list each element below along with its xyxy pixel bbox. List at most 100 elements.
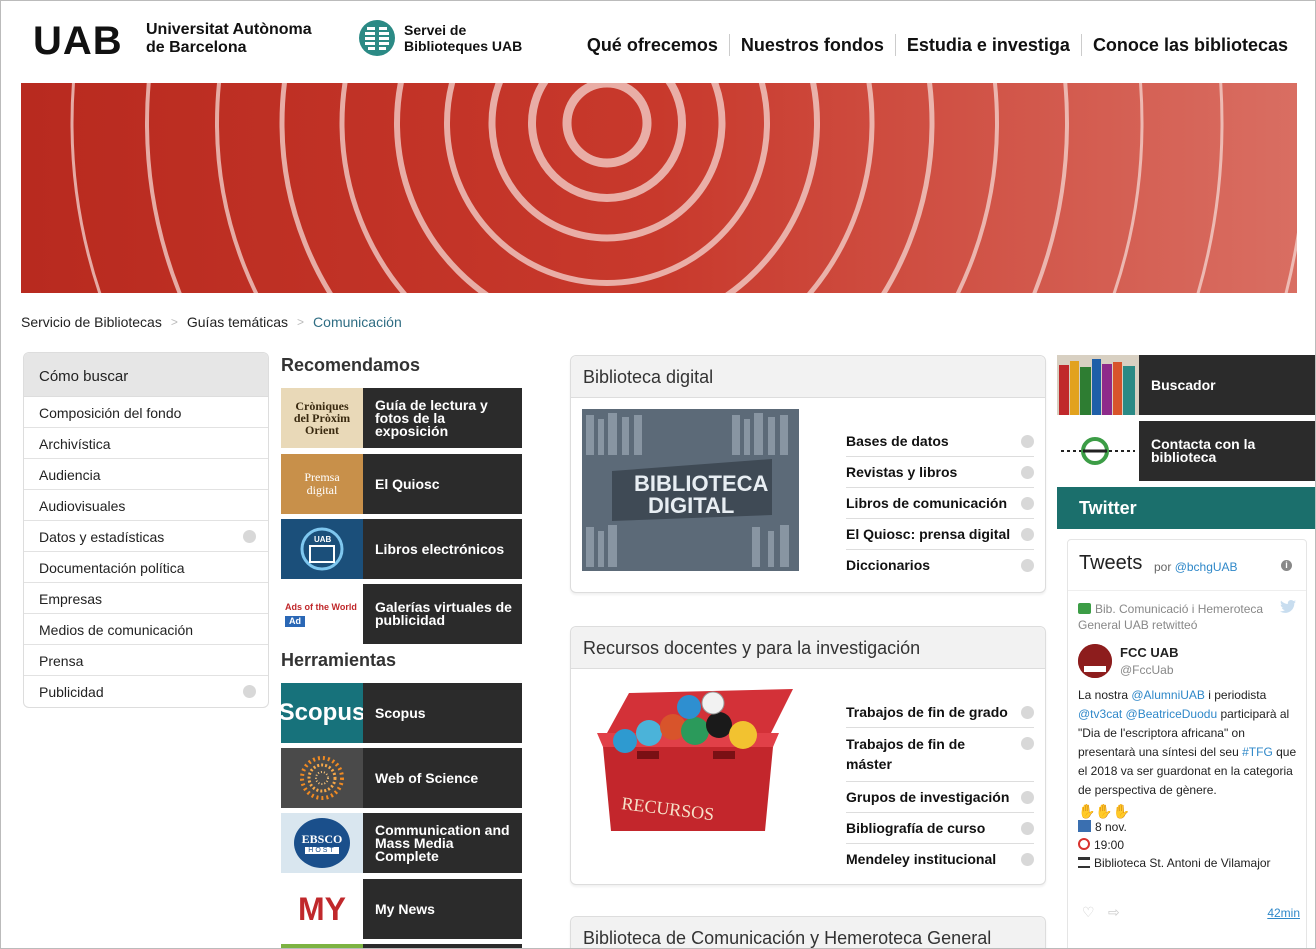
mention-link[interactable]: @AlumniUAB (1131, 688, 1205, 702)
breadcrumb-guias[interactable]: Guías temáticas (187, 314, 288, 330)
tile-communication-mass-media[interactable]: EBSCO HOST Communication and Mass Media … (281, 813, 522, 873)
top-navigation: Qué ofrecemos Nuestros fondos Estudia e … (576, 34, 1299, 56)
panel-biblioteca-comunicacion: Biblioteca de Comunicación y Hemeroteca … (570, 916, 1046, 948)
menu-item-label: Documentación política (39, 560, 185, 576)
link-el-quiosc[interactable]: El Quiosc: prensa digital (846, 519, 1034, 550)
next-tile[interactable] (363, 944, 522, 948)
nav-que-ofrecemos[interactable]: Qué ofrecemos (576, 34, 729, 56)
tile-galerias-publicidad[interactable]: Ads of the World Ad Galerías virtuales d… (281, 584, 522, 644)
menu-item-audiovisuales[interactable]: Audiovisuales (24, 490, 268, 521)
menu-item-prensa[interactable]: Prensa (24, 645, 268, 676)
menu-item-composicion[interactable]: Composición del fondo (24, 397, 268, 428)
wos-thumbnail (281, 748, 363, 808)
tile-label: My News (375, 900, 435, 917)
tile-buscador[interactable]: Buscador (1057, 355, 1315, 415)
ebooks-thumbnail: UAB (281, 519, 363, 579)
nav-nuestros-fondos[interactable]: Nuestros fondos (728, 34, 895, 56)
menu-item-documentacion[interactable]: Documentación política (24, 552, 268, 583)
tile-web-of-science[interactable]: Web of Science (281, 748, 522, 808)
tweet-date-text: 8 nov. (1095, 820, 1127, 834)
mention-link[interactable]: @BeatriceDuodu (1126, 707, 1218, 721)
recomendamos-title: Recomendamos (281, 355, 421, 375)
twitter-timeline[interactable]: Tweets por @bchgUAB i Bib. Comunicació i… (1067, 539, 1307, 948)
tweet-author-name[interactable]: FCC UAB (1120, 645, 1179, 660)
avatar[interactable] (1078, 644, 1112, 678)
retweet-icon (1078, 603, 1091, 614)
timeline-handle-link[interactable]: @bchgUAB (1175, 560, 1238, 574)
breadcrumb: Servicio de Bibliotecas > Guías temática… (21, 314, 402, 330)
menu-item-label: Audiovisuales (39, 498, 126, 514)
link-grupos-investigacion[interactable]: Grupos de investigación (846, 782, 1034, 813)
link-label: Revistas y libros (846, 464, 958, 480)
tweets-title: Tweets (1079, 552, 1143, 574)
uab-name[interactable]: Universitat Autònoma de Barcelona (146, 21, 312, 57)
page-frame: UAB Universitat Autònoma de Barcelona Se… (0, 0, 1316, 949)
nav-estudia-e-investiga[interactable]: Estudia e investiga (894, 34, 1081, 56)
link-bases-de-datos[interactable]: Bases de datos (846, 426, 1034, 457)
left-menu: Cómo buscar Composición del fondo Archiv… (23, 352, 269, 708)
twitter-bird-icon[interactable] (1280, 600, 1296, 613)
tile-my-news[interactable]: MY My News (281, 879, 522, 939)
menu-item-archivistica[interactable]: Archivística (24, 428, 268, 459)
link-libros-de-comunicacion[interactable]: Libros de comunicación (846, 488, 1034, 519)
menu-item-empresas[interactable]: Empresas (24, 583, 268, 614)
link-tfm[interactable]: Trabajos de fin de máster (846, 728, 1034, 782)
site-header: UAB Universitat Autònoma de Barcelona Se… (1, 1, 1315, 83)
menu-item-datos[interactable]: Datos y estadísticas (24, 521, 268, 552)
thumb-text: HOST (305, 847, 339, 854)
hashtag-link[interactable]: #TFG (1242, 745, 1273, 759)
buscador-thumbnail (1057, 355, 1139, 415)
tile-scopus[interactable]: Scopus Scopus (281, 683, 522, 743)
menu-item-publicidad[interactable]: Publicidad (24, 676, 268, 707)
share-icon[interactable]: ⇨ (1108, 904, 1120, 921)
mynews-thumbnail: MY (281, 879, 363, 939)
link-bibliografia-curso[interactable]: Bibliografía de curso (846, 813, 1034, 844)
chevron-circle-icon (1021, 737, 1034, 750)
breadcrumb-current: Comunicación (313, 314, 402, 330)
library-service-name[interactable]: Servei de Biblioteques UAB (404, 22, 522, 54)
breadcrumb-separator: > (297, 315, 305, 329)
breadcrumb-servicio[interactable]: Servicio de Bibliotecas (21, 314, 162, 330)
chevron-circle-icon (1021, 466, 1034, 479)
building-icon (1078, 857, 1090, 868)
menu-item-medios[interactable]: Medios de comunicación (24, 614, 268, 645)
library-service-icon[interactable] (357, 18, 397, 58)
thumb-text: EBSCO (301, 832, 343, 846)
link-diccionarios[interactable]: Diccionarios (846, 550, 1034, 580)
chevron-circle-icon (1021, 497, 1034, 510)
recursos-links: Trabajos de fin de grado Trabajos de fin… (846, 697, 1034, 874)
tile-label: Web of Science (375, 769, 479, 786)
biblioteca-digital-image[interactable]: BIBLIOTECA DIGITAL (582, 409, 799, 571)
tile-contacta[interactable]: Contacta con la biblioteca (1057, 421, 1315, 481)
link-label: Diccionarios (846, 557, 931, 573)
web-of-science-icon (300, 756, 344, 800)
uab-logo[interactable]: UAB (33, 21, 123, 61)
menu-item-audiencia[interactable]: Audiencia (24, 459, 268, 490)
mention-link[interactable]: @tv3cat (1078, 707, 1122, 721)
tile-label: Buscador (1151, 376, 1216, 393)
recursos-image[interactable]: RECURSOS (593, 685, 793, 835)
heart-icon[interactable]: ♡ (1082, 904, 1095, 921)
info-icon[interactable]: i (1281, 560, 1292, 571)
calendar-icon (1078, 820, 1091, 832)
sbu-line1: Servei de (404, 22, 467, 38)
tweet-age-link[interactable]: 42min (1267, 906, 1300, 920)
link-revistas-y-libros[interactable]: Revistas y libros (846, 457, 1034, 488)
tile-cronicas[interactable]: Cròniques del Pròxim Orient Guía de lect… (281, 388, 522, 448)
chevron-circle-icon (243, 685, 256, 698)
tile-libros-electronicos[interactable]: UAB Libros electrónicos (281, 519, 522, 579)
tweet-author-handle[interactable]: @FccUab (1120, 663, 1174, 677)
link-label: El Quiosc: prensa digital (846, 526, 1011, 542)
next-tile-thumbnail[interactable] (281, 944, 363, 948)
tile-el-quiosc[interactable]: Premsa digital El Quiosc (281, 454, 522, 514)
link-mendeley[interactable]: Mendeley institucional (846, 844, 1034, 874)
panel-recursos-docentes: Recursos docentes y para la investigació… (570, 626, 1046, 885)
link-tfg[interactable]: Trabajos de fin de grado (846, 697, 1034, 728)
scopus-thumbnail: Scopus (281, 683, 363, 743)
left-menu-title[interactable]: Cómo buscar (24, 353, 268, 397)
twitter-section-header: Twitter (1057, 487, 1315, 529)
tweet-text-part: La nostra (1078, 688, 1132, 702)
bookshelf-photo: BIBLIOTECA DIGITAL (582, 409, 799, 571)
nav-conoce-las-bibliotecas[interactable]: Conoce las bibliotecas (1080, 34, 1299, 56)
panel-title: Biblioteca digital (571, 356, 1045, 398)
